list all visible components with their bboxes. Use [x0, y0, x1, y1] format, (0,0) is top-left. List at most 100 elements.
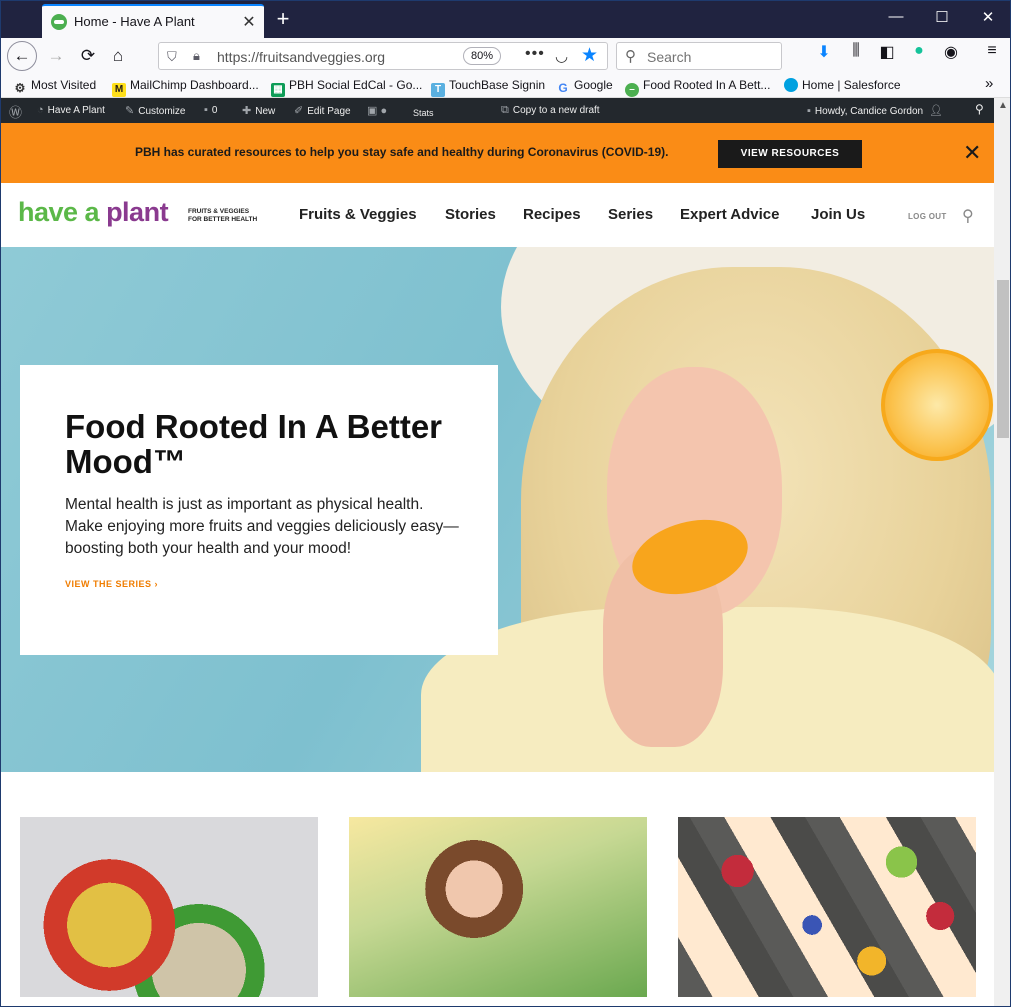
copy-icon: ⧉ [501, 104, 509, 116]
minimize-button[interactable]: — [873, 8, 919, 25]
wp-edit-page-link[interactable]: ✐ Edit Page [294, 104, 351, 117]
nav-join-us[interactable]: Join Us [811, 206, 865, 223]
close-window-button[interactable]: ✕ [965, 8, 1010, 26]
touchbase-icon: T [431, 83, 445, 97]
search-input[interactable]: ⚲ Search [616, 42, 782, 70]
logo-tagline: FRUITS & VEGGIES FOR BETTER HEALTH [188, 208, 257, 224]
url-text[interactable]: https://fruitsandveggies.org [217, 49, 385, 65]
card-image-food-bowls[interactable] [20, 817, 318, 997]
wp-yoast-link[interactable]: ▣ ● [367, 104, 391, 117]
logo-text-purple: plant [106, 197, 169, 227]
card-image-woman-apple[interactable] [349, 817, 647, 997]
maximize-button[interactable]: ☐ [919, 8, 965, 26]
logo-tagline-line1: FRUITS & VEGGIES [188, 208, 250, 215]
wp-new-link[interactable]: ✚ New [242, 104, 275, 117]
download-icon[interactable]: ⬇ [811, 42, 837, 62]
sheets-icon: ▦ [271, 83, 285, 97]
site-search-icon[interactable]: ⚲ [962, 206, 974, 226]
google-icon: G [558, 81, 568, 95]
logout-link[interactable]: LOG OUT [908, 212, 947, 221]
tab-close-icon[interactable]: ✕ [240, 12, 258, 32]
notification-icon: ▪ [807, 105, 811, 117]
view-the-series-link[interactable]: VIEW THE SERIES › [65, 579, 158, 589]
dashboard-icon: ◔ [37, 104, 44, 116]
hero-title: Food Rooted In A Better Mood™ [65, 408, 443, 480]
bookmark-label: Most Visited [31, 78, 97, 92]
haveaplant-icon: – [625, 83, 639, 97]
bookmark-label: TouchBase Signin [449, 78, 546, 92]
site-logo[interactable]: have a plant [18, 197, 169, 228]
tab-title: Home - Have A Plant [74, 14, 195, 29]
bookmark-pbh-social[interactable]: ▦ PBH Social EdCal - Go... [271, 78, 422, 97]
hero-body: Mental health is just as important as ph… [65, 496, 459, 557]
logo-text-green: have a [18, 197, 107, 227]
nav-recipes[interactable]: Recipes [523, 206, 581, 223]
view-resources-button[interactable]: VIEW RESOURCES [718, 140, 862, 168]
forward-button[interactable]: → [41, 41, 71, 71]
salesforce-icon [784, 78, 798, 92]
wp-customize-link[interactable]: ✎ Customize [125, 104, 185, 117]
title-bar: Home - Have A Plant ✕ + — ☐ ✕ [1, 1, 1010, 38]
wp-howdy-label: Howdy, Candice Gordon [814, 106, 924, 117]
sidebar-icon[interactable]: ◧ [874, 42, 900, 62]
new-tab-button[interactable]: + [272, 6, 294, 32]
account-icon[interactable]: ◉ [938, 42, 964, 62]
browser-tab[interactable]: Home - Have A Plant ✕ [42, 4, 264, 38]
mailchimp-icon: M [112, 83, 126, 97]
bookmark-google[interactable]: G Google [556, 78, 612, 95]
bookmark-label: PBH Social EdCal - Go... [289, 78, 423, 92]
bookmark-touchbase[interactable]: T TouchBase Signin [431, 78, 545, 97]
wp-site-label: Have A Plant [47, 105, 105, 116]
wordpress-logo-icon[interactable]: Ⓦ [9, 102, 22, 121]
tracking-shield-icon[interactable]: ⛉ [167, 49, 177, 65]
zoom-badge[interactable]: 80% [463, 47, 501, 65]
search-icon: ⚲ [625, 48, 636, 65]
wp-howdy-link[interactable]: ▪ Howdy, Candice Gordon 👤︎ [807, 104, 947, 117]
pencil-icon: ✐ [294, 105, 304, 117]
search-placeholder: Search [647, 49, 692, 65]
grammarly-icon[interactable]: ● [906, 42, 932, 60]
wp-edit-page-label: Edit Page [307, 106, 351, 117]
hero-card: Food Rooted In A Better Mood™ Mental hea… [20, 365, 498, 655]
wp-stats-link[interactable]: Stats [413, 108, 434, 118]
scroll-thumb[interactable] [997, 280, 1009, 438]
wp-site-link[interactable]: ◔ Have A Plant [37, 104, 105, 116]
back-button[interactable]: ← [7, 41, 37, 71]
wp-search-icon[interactable]: ⚲ [975, 102, 984, 116]
reload-button[interactable]: ⟳ [73, 41, 103, 71]
banner-close-icon[interactable]: ✕ [963, 140, 981, 166]
page-scrollbar[interactable]: ▲ [994, 98, 1010, 1006]
menu-icon[interactable]: ≡ [979, 42, 1005, 60]
card-image-fruit-popsicles[interactable] [678, 817, 976, 997]
nav-stories[interactable]: Stories [445, 206, 496, 223]
url-bar[interactable]: ⛉ 🔒︎ https://fruitsandveggies.org 80% ••… [158, 42, 608, 70]
pocket-icon[interactable]: ◡ [555, 47, 568, 65]
nav-fruits-veggies[interactable]: Fruits & Veggies [299, 206, 417, 223]
bookmarks-overflow-button[interactable]: » [985, 75, 993, 92]
lock-icon[interactable]: 🔒︎ [193, 48, 200, 64]
library-icon[interactable]: ⫼ [843, 42, 869, 60]
bookmark-salesforce[interactable]: Home | Salesforce [784, 78, 901, 92]
wp-copy-draft-link[interactable]: ⧉ Copy to a new draft [501, 104, 600, 117]
wp-copy-draft-label: Copy to a new draft [512, 105, 600, 116]
browser-window: Home - Have A Plant ✕ + — ☐ ✕ ← → ⟳ ⌂ ⛉ … [0, 0, 1011, 1007]
scroll-up-icon[interactable]: ▲ [998, 100, 1008, 111]
nav-series[interactable]: Series [608, 206, 653, 223]
bookmark-food-rooted[interactable]: – Food Rooted In A Bett... [625, 78, 770, 97]
bookmark-most-visited[interactable]: ⚙ Most Visited [13, 78, 97, 95]
site-header: have a plant FRUITS & VEGGIES FOR BETTER… [1, 183, 994, 247]
wp-comments-count: 0 [211, 105, 218, 116]
bookmark-star-icon[interactable]: ★ [581, 44, 598, 67]
logo-tagline-line2: FOR BETTER HEALTH [188, 216, 258, 223]
bookmark-label: MailChimp Dashboard... [130, 78, 259, 92]
navigation-toolbar: ← → ⟳ ⌂ ⛉ 🔒︎ https://fruitsandveggies.or… [1, 38, 1010, 74]
home-button[interactable]: ⌂ [103, 41, 133, 71]
popsicle-fruit-dots [678, 817, 976, 997]
gear-icon: ⚙ [14, 81, 26, 95]
wp-comments-link[interactable]: ▪ 0 [204, 104, 217, 116]
nav-expert-advice[interactable]: Expert Advice [680, 206, 780, 223]
bookmark-mailchimp[interactable]: M MailChimp Dashboard... [112, 78, 259, 97]
bookmark-label: Food Rooted In A Bett... [643, 78, 771, 92]
bookmarks-toolbar: ⚙ Most Visited M MailChimp Dashboard... ▦ P… [1, 74, 1010, 98]
page-actions-icon[interactable]: ••• [525, 45, 545, 63]
